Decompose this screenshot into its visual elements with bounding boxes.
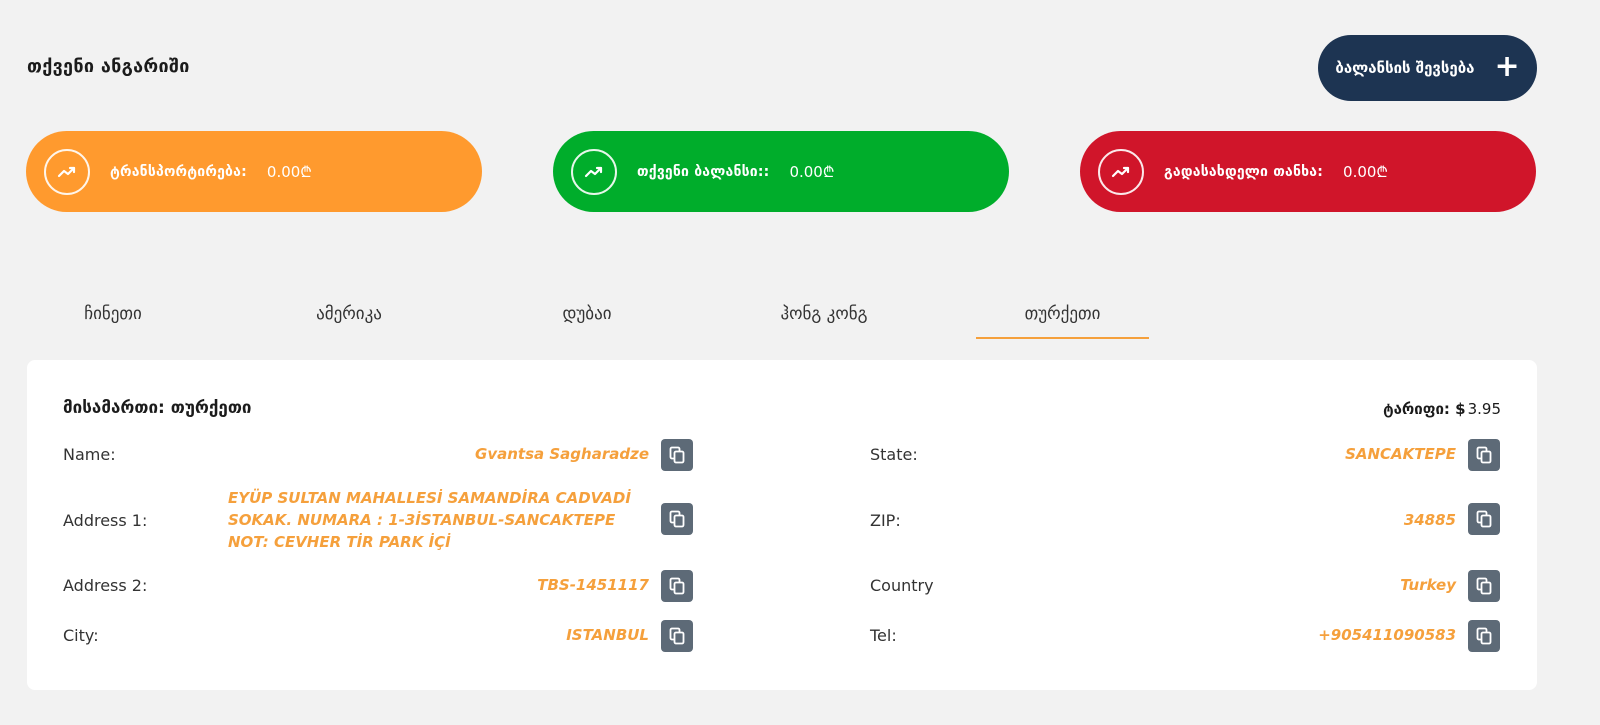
state-label: State: <box>870 445 918 464</box>
tab-hong-kong[interactable]: ჰონგ კონგ <box>738 295 910 339</box>
copy-icon <box>1476 446 1492 464</box>
tab-label: თურქეთი <box>1024 304 1101 324</box>
tariff: ტარიფი: $3.95 <box>1383 400 1501 418</box>
transport-stat-card: ტრანსპორტირება: 0.00₾ <box>26 131 482 212</box>
address1-label: Address 1: <box>63 511 148 530</box>
stat-value: 0.00₾ <box>1343 162 1388 181</box>
add-balance-button[interactable]: ბალანსის შევსება + <box>1318 35 1537 101</box>
address1-line: SOKAK. NUMARA : 1-3İSTANBUL-SANCAKTEPE <box>228 511 616 529</box>
copy-icon <box>669 510 685 528</box>
trending-up-icon <box>44 148 90 195</box>
copy-state-button[interactable] <box>1468 439 1500 471</box>
state-value: SANCAKTEPE <box>1345 445 1456 463</box>
copy-country-button[interactable] <box>1468 570 1500 602</box>
stat-value: 0.00₾ <box>789 162 835 181</box>
tel-label: Tel: <box>870 626 897 645</box>
copy-address2-button[interactable] <box>661 570 693 602</box>
tab-label: ჩინეთი <box>84 304 142 324</box>
plus-icon: + <box>1494 48 1520 84</box>
address-card-title: მისამართი: თურქეთი <box>63 398 252 418</box>
copy-tel-button[interactable] <box>1468 620 1500 652</box>
name-label: Name: <box>63 445 116 464</box>
tariff-value: 3.95 <box>1467 400 1501 418</box>
city-label: City: <box>63 626 99 645</box>
stat-label: ტრანსპორტირება: <box>110 163 247 180</box>
copy-name-button[interactable] <box>661 439 693 471</box>
address2-label: Address 2: <box>63 576 148 595</box>
zip-label: ZIP: <box>870 511 901 530</box>
tab-label: ამერიკა <box>316 304 382 324</box>
copy-icon <box>669 627 685 645</box>
tab-label: ჰონგ კონგ <box>780 304 868 324</box>
balance-stat-card: თქვენი ბალანსი:: 0.00₾ <box>553 131 1009 212</box>
copy-icon <box>1476 577 1492 595</box>
stat-label: გადასახდელი თანხა: <box>1164 163 1324 180</box>
page-title: თქვენი ანგარიში <box>27 56 190 77</box>
country-value: Turkey <box>1400 576 1456 594</box>
zip-value: 34885 <box>1403 511 1456 529</box>
address1-line: NOT: CEVHER TİR PARK İÇİ <box>228 533 451 551</box>
copy-zip-button[interactable] <box>1468 503 1500 535</box>
add-balance-label: ბალანსის შევსება <box>1335 59 1475 77</box>
tab-dubai[interactable]: დუბაი <box>501 295 673 339</box>
stat-value: 0.00₾ <box>266 162 312 181</box>
trending-up-icon <box>571 148 617 195</box>
trending-up-icon <box>1098 148 1144 195</box>
tab-china[interactable]: ჩინეთი <box>27 295 199 339</box>
copy-address1-button[interactable] <box>661 503 693 535</box>
copy-icon <box>669 577 685 595</box>
copy-icon <box>669 446 685 464</box>
payable-stat-card: გადასახდელი თანხა: 0.00₾ <box>1080 131 1536 212</box>
tariff-currency: $ <box>1455 400 1466 418</box>
copy-city-button[interactable] <box>661 620 693 652</box>
address1-line: EYÜP SULTAN MAHALLESİ SAMANDİRA CADVADİ <box>228 489 631 507</box>
country-label: Country <box>870 576 934 595</box>
address-card: მისამართი: თურქეთი ტარიფი: $3.95 Name: G… <box>27 360 1537 690</box>
copy-icon <box>1476 510 1492 528</box>
tab-america[interactable]: ამერიკა <box>263 295 435 339</box>
copy-icon <box>1476 627 1492 645</box>
city-value: ISTANBUL <box>566 626 649 644</box>
address1-value: EYÜP SULTAN MAHALLESİ SAMANDİRA CADVADİ … <box>228 487 631 553</box>
tab-turkey[interactable]: თურქეთი <box>976 295 1149 339</box>
tel-value: +905411090583 <box>1318 626 1456 644</box>
stat-label: თქვენი ბალანსი:: <box>637 163 770 180</box>
address2-value: TBS-1451117 <box>537 576 649 594</box>
tab-label: დუბაი <box>562 304 612 324</box>
name-value: Gvantsa Sagharadze <box>475 445 649 463</box>
tariff-label: ტარიფი: <box>1383 400 1450 418</box>
